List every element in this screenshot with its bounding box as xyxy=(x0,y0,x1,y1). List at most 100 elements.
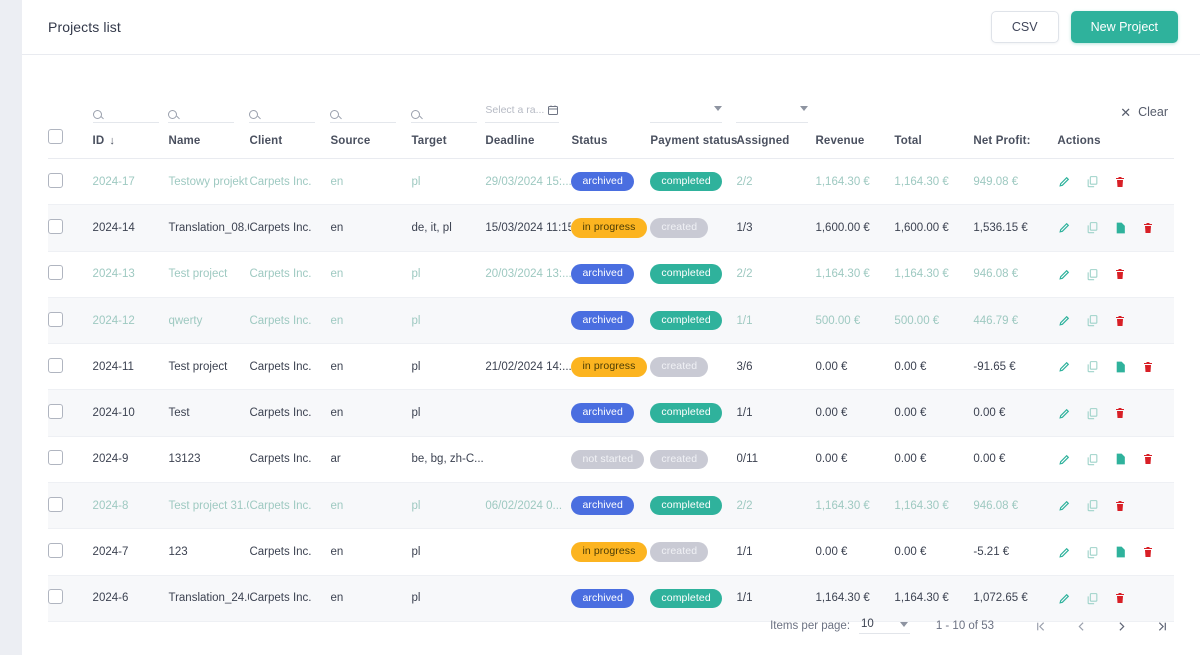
edit-button[interactable] xyxy=(1057,405,1071,421)
select-all-checkbox[interactable] xyxy=(48,129,63,144)
items-per-page-value: 10 xyxy=(861,618,874,630)
edit-button[interactable] xyxy=(1057,451,1071,467)
column-header-assigned[interactable]: Assigned xyxy=(736,127,815,159)
cell-target: pl xyxy=(411,390,485,436)
delete-button[interactable] xyxy=(1141,220,1155,236)
column-header-deadline[interactable]: Deadline xyxy=(485,127,571,159)
table-row[interactable]: 2024-7123Carpets Inc.enplin progresscrea… xyxy=(48,529,1174,575)
new-project-button[interactable]: New Project xyxy=(1071,11,1178,43)
row-checkbox[interactable] xyxy=(48,358,63,373)
table-row[interactable]: 2024-10TestCarpets Inc.enplarchivedcompl… xyxy=(48,390,1174,436)
source-search-input[interactable] xyxy=(330,99,396,123)
table-row[interactable]: 2024-17Testowy projektCarpets Inc.enpl29… xyxy=(48,159,1174,205)
table-row[interactable]: 2024-11Test projectCarpets Inc.enpl21/02… xyxy=(48,344,1174,390)
duplicate-button[interactable] xyxy=(1085,266,1099,282)
table-row[interactable]: 2024-8Test project 31.0Carpets Inc.enpl0… xyxy=(48,483,1174,529)
column-header-status[interactable]: Status xyxy=(571,127,650,159)
file-button[interactable] xyxy=(1113,451,1127,467)
row-checkbox[interactable] xyxy=(48,265,63,280)
clear-filters-button[interactable]: ✕ Clear xyxy=(1120,105,1168,123)
cell-net-profit: 446.79 € xyxy=(973,297,1057,343)
filter-cell-client xyxy=(249,93,330,127)
edit-button[interactable] xyxy=(1057,590,1071,606)
status-filter-select[interactable] xyxy=(650,99,722,123)
duplicate-button[interactable] xyxy=(1085,544,1099,560)
duplicate-button[interactable] xyxy=(1085,590,1099,606)
items-per-page-select[interactable]: 10 xyxy=(859,618,910,634)
delete-button[interactable] xyxy=(1113,590,1127,606)
delete-button[interactable] xyxy=(1141,544,1155,560)
table-row[interactable]: 2024-913123Carpets Inc.arbe, bg, zh-C...… xyxy=(48,436,1174,482)
payment-status-filter-select[interactable] xyxy=(736,99,808,123)
cell-source: en xyxy=(330,344,411,390)
file-button[interactable] xyxy=(1113,359,1127,375)
status-badge: in progress xyxy=(571,218,646,238)
row-checkbox[interactable] xyxy=(48,404,63,419)
edit-button[interactable] xyxy=(1057,544,1071,560)
row-checkbox[interactable] xyxy=(48,312,63,327)
table-row[interactable]: 2024-13Test projectCarpets Inc.enpl20/03… xyxy=(48,251,1174,297)
column-header-id[interactable]: ID ↓ xyxy=(93,127,169,159)
column-header-name[interactable]: Name xyxy=(168,127,249,159)
edit-button[interactable] xyxy=(1057,266,1071,282)
edit-button[interactable] xyxy=(1057,498,1071,514)
table-row[interactable]: 2024-14Translation_08.0Carpets Inc.ende,… xyxy=(48,205,1174,251)
projects-table-container: Select a ra... xyxy=(22,55,1200,622)
column-header-revenue[interactable]: Revenue xyxy=(815,127,894,159)
deadline-daterange-input[interactable]: Select a ra... xyxy=(485,99,559,123)
cell-client: Carpets Inc. xyxy=(249,344,330,390)
duplicate-button[interactable] xyxy=(1085,498,1099,514)
delete-button[interactable] xyxy=(1141,451,1155,467)
delete-button[interactable] xyxy=(1141,359,1155,375)
column-header-target[interactable]: Target xyxy=(411,127,485,159)
delete-button[interactable] xyxy=(1113,405,1127,421)
row-checkbox[interactable] xyxy=(48,589,63,604)
duplicate-button[interactable] xyxy=(1085,174,1099,190)
status-badge: archived xyxy=(571,403,634,423)
duplicate-button[interactable] xyxy=(1085,359,1099,375)
client-search-input[interactable] xyxy=(249,99,315,123)
csv-export-button[interactable]: CSV xyxy=(991,11,1059,43)
duplicate-button[interactable] xyxy=(1085,405,1099,421)
file-button[interactable] xyxy=(1113,544,1127,560)
duplicate-button[interactable] xyxy=(1085,313,1099,329)
edit-pencil-icon xyxy=(1058,314,1071,327)
left-rail xyxy=(0,0,22,655)
previous-page-button[interactable] xyxy=(1068,613,1094,639)
delete-button[interactable] xyxy=(1113,498,1127,514)
first-page-button[interactable] xyxy=(1028,613,1054,639)
search-icon xyxy=(411,110,420,119)
duplicate-button[interactable] xyxy=(1085,451,1099,467)
edit-button[interactable] xyxy=(1057,174,1071,190)
row-checkbox[interactable] xyxy=(48,173,63,188)
row-checkbox[interactable] xyxy=(48,219,63,234)
row-checkbox[interactable] xyxy=(48,450,63,465)
payment-status-badge: created xyxy=(650,542,708,562)
row-checkbox[interactable] xyxy=(48,543,63,558)
cell-revenue: 1,164.30 € xyxy=(815,483,894,529)
table-row[interactable]: 2024-12qwertyCarpets Inc.enplarchivedcom… xyxy=(48,297,1174,343)
column-header-total[interactable]: Total xyxy=(894,127,973,159)
cell-status: in progress xyxy=(571,344,650,390)
next-page-button[interactable] xyxy=(1108,613,1134,639)
delete-button[interactable] xyxy=(1113,174,1127,190)
calendar-icon[interactable] xyxy=(547,104,559,116)
column-header-client[interactable]: Client xyxy=(249,127,330,159)
file-button[interactable] xyxy=(1113,220,1127,236)
last-page-button[interactable] xyxy=(1148,613,1174,639)
edit-button[interactable] xyxy=(1057,220,1071,236)
column-header-net-profit[interactable]: Net Profit: xyxy=(973,127,1057,159)
id-search-input[interactable] xyxy=(93,99,159,123)
delete-button[interactable] xyxy=(1113,313,1127,329)
edit-button[interactable] xyxy=(1057,359,1071,375)
cell-client: Carpets Inc. xyxy=(249,390,330,436)
row-checkbox[interactable] xyxy=(48,497,63,512)
file-icon xyxy=(1114,452,1127,466)
target-search-input[interactable] xyxy=(411,99,477,123)
edit-button[interactable] xyxy=(1057,313,1071,329)
column-header-payment-status[interactable]: Payment status xyxy=(650,127,736,159)
column-header-source[interactable]: Source xyxy=(330,127,411,159)
name-search-input[interactable] xyxy=(168,99,234,123)
duplicate-button[interactable] xyxy=(1085,220,1099,236)
delete-button[interactable] xyxy=(1113,266,1127,282)
